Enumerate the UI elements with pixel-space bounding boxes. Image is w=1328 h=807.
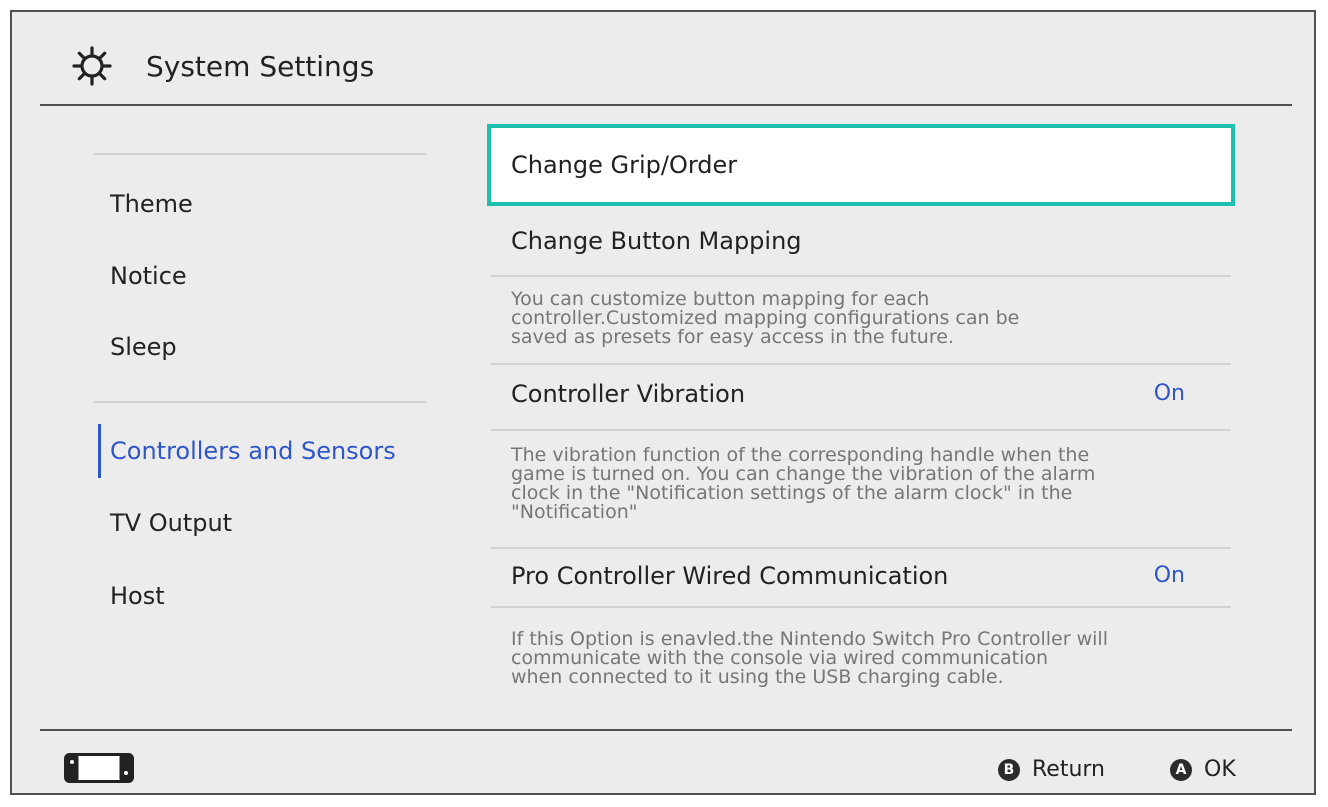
sidebar-item-notice[interactable]: Notice [110,261,187,291]
sidebar-item-tv-output[interactable]: TV Output [110,508,232,538]
sidebar-item-theme[interactable]: Theme [110,189,193,219]
row-divider [491,275,1231,277]
setting-controller-vibration[interactable]: Controller Vibration On [491,379,1231,419]
row-divider [491,363,1231,365]
setting-label: Change Grip/Order [511,151,738,179]
ok-button[interactable]: A OK [1170,757,1236,782]
row-divider [491,547,1231,549]
row-divider [491,429,1231,431]
return-label: Return [1032,757,1106,782]
sidebar-item-sleep[interactable]: Sleep [110,332,177,362]
page-title: System Settings [146,50,375,83]
header-divider [40,104,1292,106]
footer-divider [40,729,1292,731]
setting-label: Controller Vibration [511,380,746,408]
sidebar-divider [94,401,426,403]
sidebar-item-host[interactable]: Host [110,581,165,611]
a-button-icon: A [1170,758,1192,781]
ok-label: OK [1204,757,1236,782]
setting-change-button-mapping[interactable]: Change Button Mapping [491,226,1231,266]
active-indicator [98,424,101,478]
gear-icon [72,46,112,86]
setting-change-grip-order[interactable]: Change Grip/Order [487,124,1235,206]
setting-label: Change Button Mapping [511,227,802,255]
sidebar-divider [94,153,426,155]
header: System Settings [12,12,1314,104]
return-button[interactable]: B Return [998,757,1105,782]
wired-communication-description: If this Option is enavled.the Nintendo S… [511,628,1108,688]
setting-value: On [1153,563,1185,588]
settings-window: System Settings Theme Notice Sleep Contr… [10,10,1316,795]
b-button-icon: B [998,758,1020,781]
vibration-description: The vibration function of the correspond… [511,444,1096,523]
sidebar-item-controllers-and-sensors[interactable]: Controllers and Sensors [110,436,396,466]
button-mapping-description: You can customize button mapping for eac… [511,288,1020,348]
row-divider [491,606,1231,608]
setting-value: On [1153,381,1185,406]
console-icon [64,753,134,783]
setting-label: Pro Controller Wired Communication [511,562,949,590]
setting-pro-controller-wired-communication[interactable]: Pro Controller Wired Communication On [491,561,1231,601]
